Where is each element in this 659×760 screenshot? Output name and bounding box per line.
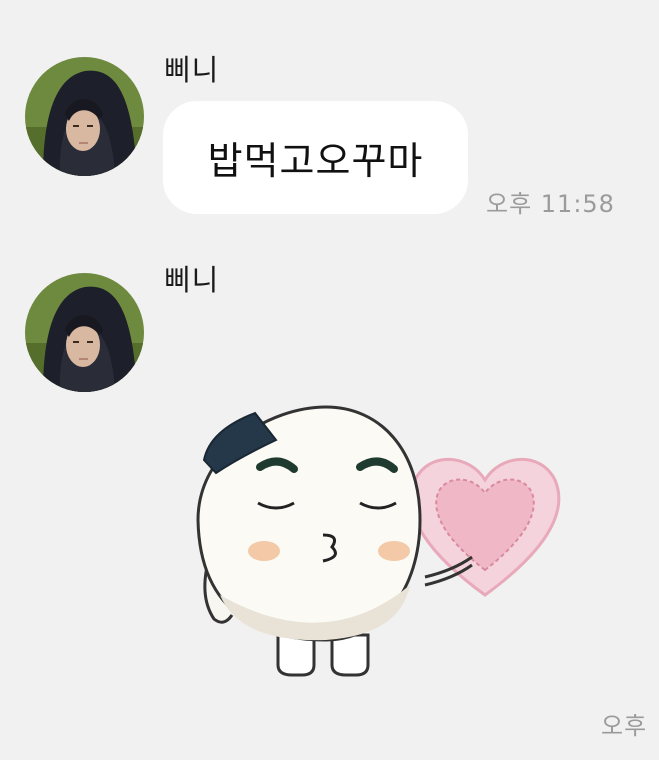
sticker[interactable] xyxy=(180,395,580,685)
message-timestamp: 오후 xyxy=(601,712,648,740)
message-timestamp: 오후 11:58 xyxy=(486,190,615,218)
rice-ball-kiss-heart-sticker-icon xyxy=(196,405,561,677)
sender-name: 삐니 xyxy=(164,53,220,87)
avatar[interactable] xyxy=(25,273,144,392)
message-bubble[interactable]: 밥먹고오꾸마 xyxy=(163,101,468,214)
sender-name: 삐니 xyxy=(164,263,220,297)
message-text: 밥먹고오꾸마 xyxy=(207,139,424,183)
avatar[interactable] xyxy=(25,57,144,176)
profile-photo-icon xyxy=(25,273,144,392)
profile-photo-icon xyxy=(25,57,144,176)
